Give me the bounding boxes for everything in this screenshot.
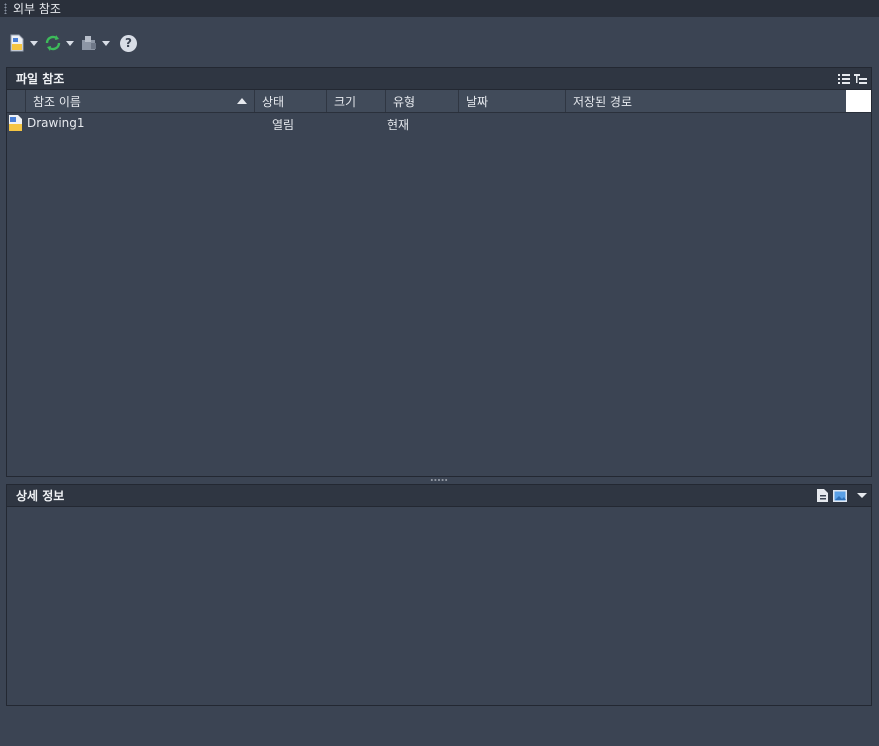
column-size[interactable]: 크기: [327, 90, 386, 112]
change-path-dropdown-arrow[interactable]: [102, 40, 110, 46]
column-status[interactable]: 상태: [255, 90, 327, 112]
window-title: 외부 참조: [13, 2, 61, 16]
window-titlebar[interactable]: 외부 참조: [0, 0, 879, 17]
file-references-column-header: 참조 이름 상태 크기 유형 날짜 저장된 경로: [7, 90, 871, 113]
attach-dropdown-arrow[interactable]: [30, 40, 38, 46]
refresh-icon[interactable]: [44, 34, 62, 52]
details-view-icon[interactable]: [817, 489, 829, 502]
help-icon[interactable]: ?: [120, 34, 137, 52]
file-references-header: 파일 참조: [7, 68, 871, 90]
type-cell: 현재: [387, 118, 410, 132]
status-cell: 열림: [272, 118, 295, 132]
column-saved-path[interactable]: 저장된 경로: [566, 90, 846, 112]
file-references-title: 파일 참조: [16, 72, 65, 86]
attach-dwg-icon[interactable]: [8, 34, 26, 52]
column-type[interactable]: 유형: [386, 90, 459, 112]
panel-splitter[interactable]: [6, 475, 872, 484]
toolbar: ?: [8, 33, 137, 53]
column-date[interactable]: 날짜: [459, 90, 566, 112]
dwg-file-icon: [9, 115, 22, 131]
column-reference-name[interactable]: 참조 이름: [26, 90, 255, 112]
table-row[interactable]: Drawing1 열림 현재: [7, 113, 871, 133]
reference-name-cell: Drawing1: [27, 116, 85, 130]
tree-view-icon[interactable]: [854, 73, 867, 85]
splitter-grip-icon[interactable]: [430, 478, 448, 481]
drag-grip-icon[interactable]: [4, 3, 7, 14]
details-dropdown-arrow[interactable]: [857, 493, 867, 498]
column-icon: [7, 90, 26, 112]
details-panel: 상세 정보: [6, 484, 872, 706]
file-references-panel: 파일 참조 참조 이름 상태 크기 유형 날짜 저장된 경로 Drawing1 …: [6, 67, 872, 477]
column-chooser[interactable]: [846, 90, 871, 112]
details-header: 상세 정보: [7, 485, 871, 507]
sort-ascending-icon: [237, 98, 247, 104]
details-title: 상세 정보: [16, 489, 65, 503]
refresh-dropdown-arrow[interactable]: [66, 40, 74, 46]
details-content: [7, 507, 871, 704]
list-view-icon[interactable]: [838, 73, 850, 85]
change-path-icon[interactable]: [80, 34, 98, 52]
preview-icon[interactable]: [833, 489, 847, 502]
